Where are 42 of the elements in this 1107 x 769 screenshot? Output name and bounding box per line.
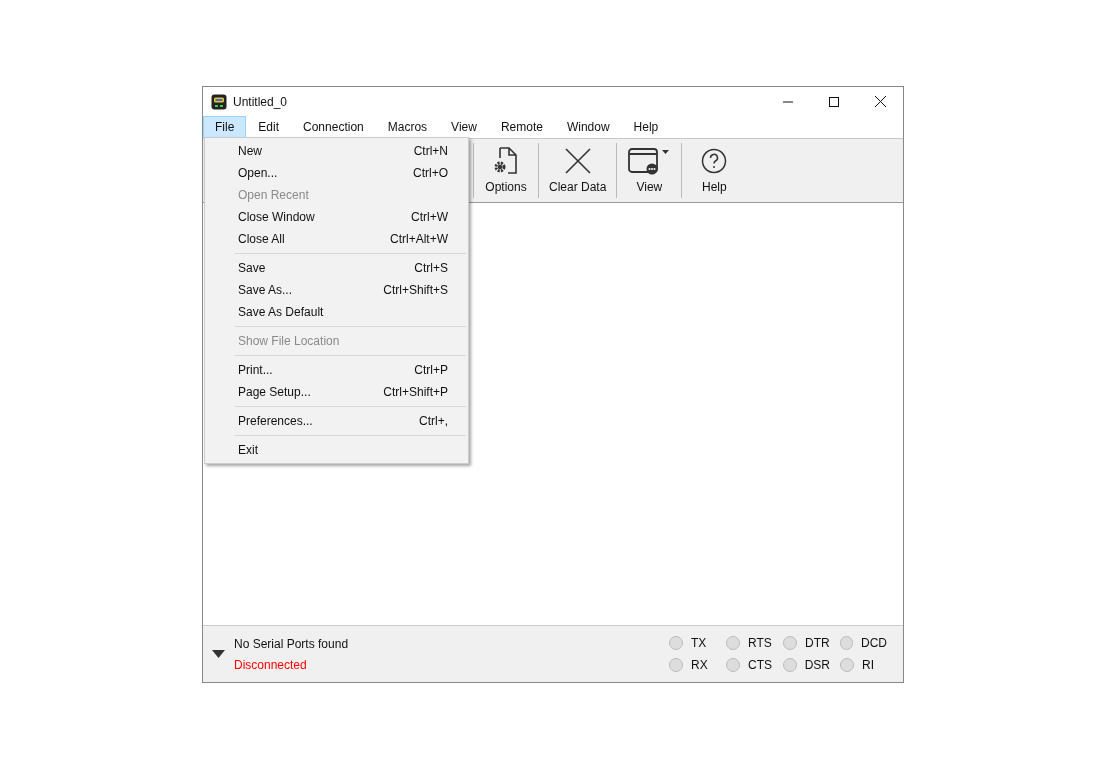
- signal-label: DTR: [805, 635, 830, 652]
- menu-entry[interactable]: Print... Ctrl+P: [205, 359, 468, 381]
- close-icon: [564, 147, 591, 174]
- menu-entry[interactable]: Save Ctrl+S: [205, 257, 468, 279]
- signal-label: RI: [862, 657, 874, 674]
- signal-label: DSR: [804, 657, 830, 674]
- toolbar-button[interactable]: Options: [474, 139, 538, 202]
- menu-item[interactable]: Connection: [291, 116, 376, 138]
- signal-label: RTS: [748, 635, 772, 652]
- menu-item[interactable]: Window: [554, 116, 622, 138]
- menu-entry[interactable]: Close All Ctrl+Alt+W: [205, 228, 468, 250]
- menu-entry[interactable]: Exit: [205, 439, 468, 461]
- menu-entry[interactable]: Page Setup... Ctrl+Shift+P: [205, 381, 468, 403]
- menu-item[interactable]: Edit: [246, 116, 292, 138]
- menu-item[interactable]: Remote: [488, 116, 555, 138]
- signal-label: TX: [691, 635, 707, 652]
- signal-label: RX: [691, 657, 708, 674]
- maximize-icon: [829, 96, 839, 107]
- menu-entry[interactable]: Open... Ctrl+O: [205, 162, 468, 184]
- document-gear-icon: [493, 145, 519, 176]
- signal-label: CTS: [748, 657, 772, 674]
- menu-item[interactable]: Macros: [375, 116, 440, 138]
- menu-entry[interactable]: New Ctrl+N: [205, 140, 468, 162]
- menu-item[interactable]: View: [439, 116, 489, 138]
- toolbar-button[interactable]: Help: [682, 139, 747, 202]
- menu-entry[interactable]: Save As... Ctrl+Shift+S: [205, 279, 468, 301]
- connection-status-text: Disconnected: [234, 656, 308, 674]
- menu-entry[interactable]: Preferences... Ctrl+,: [205, 410, 468, 432]
- menu-item[interactable]: File: [203, 116, 247, 138]
- menu-item[interactable]: Help: [621, 116, 671, 138]
- menu-entry[interactable]: Close Window Ctrl+W: [205, 206, 468, 228]
- menu-entry[interactable]: Save As Default: [205, 301, 468, 323]
- close-icon: [874, 96, 886, 107]
- signal-label: DCD: [861, 635, 887, 652]
- toolbar-button[interactable]: View: [617, 139, 682, 202]
- app-logo-icon: [211, 93, 227, 110]
- collapse-arrow-icon: [212, 650, 225, 658]
- window-dropdown-icon: [628, 146, 671, 175]
- toolbar-button[interactable]: Clear Data: [539, 139, 617, 202]
- port-status-text: No Serial Ports found: [234, 635, 349, 653]
- help-icon: [701, 147, 728, 174]
- window-title: Untitled_0: [233, 93, 288, 111]
